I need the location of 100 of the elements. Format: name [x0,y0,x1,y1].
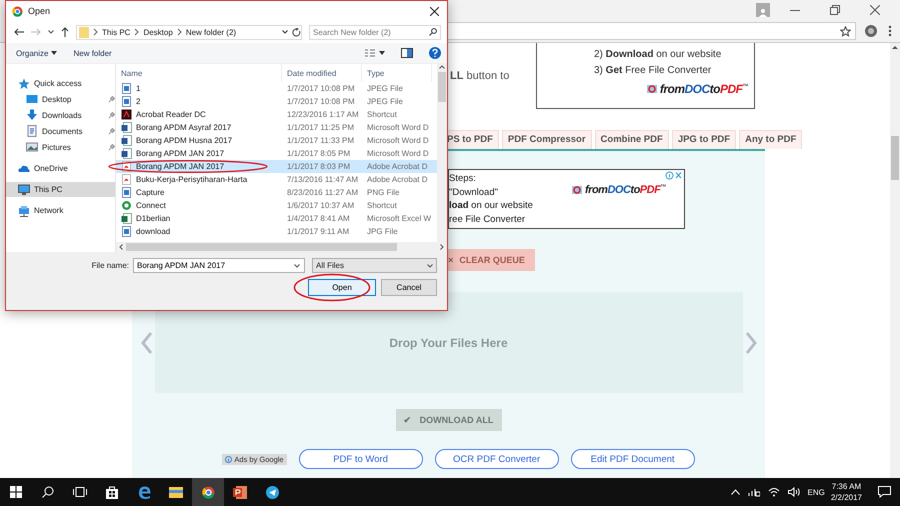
tool-tab[interactable]: Any to PDF [739,130,802,149]
file-row[interactable]: Connect 1/6/2017 10:37 AM Shortcut [116,199,437,212]
file-row[interactable]: Borang APDM Asyraf 2017 1/1/2017 11:25 PM Microsoft Word D [116,121,437,134]
tool-tab[interactable]: PDF Compressor [502,130,592,149]
column-header[interactable]: Name [116,64,282,82]
breadcrumb-item[interactable]: Desktop [143,28,173,36]
ad-link-button[interactable]: PDF to Word [298,449,423,469]
help-icon[interactable] [429,47,441,59]
type-cell-text: Adobe Acrobat D [366,162,428,171]
sidebar-item[interactable]: Quick access [6,76,115,91]
close-icon[interactable] [870,5,880,15]
breadcrumb-item[interactable]: This PC [102,28,130,36]
file-row[interactable]: D1berlian 1/4/2017 8:41 AM Microsoft Excel W [116,212,437,225]
sidebar-item[interactable]: Downloads [6,107,115,123]
scrollbar[interactable] [890,43,900,478]
back-icon[interactable] [14,28,24,36]
file-row[interactable]: 1 1/7/2017 10:08 PM JPEG File [116,82,437,95]
wifi-icon[interactable] [768,487,780,497]
ad-link-button[interactable]: Edit PDF Document [570,449,695,469]
sidebar-item[interactable]: Network [6,203,115,218]
search-icon[interactable] [42,486,54,498]
view-options-icon[interactable] [365,49,385,57]
sidebar-item[interactable]: Documents [6,123,115,139]
file-row[interactable]: Buku-Kerja-Perisytiharan-Harta 7/13/2016 11:47 AM Adobe Acrobat D [116,173,437,186]
horizontal-scrollbar[interactable] [116,242,447,252]
cancel-button[interactable]: Cancel [381,279,437,296]
file-row[interactable]: download 1/1/2017 9:11 AM JPG File [116,225,437,238]
dropdown-icon[interactable] [294,264,300,268]
start-icon[interactable] [10,486,22,498]
column-header[interactable]: Type [362,64,432,82]
folder-icon[interactable] [169,486,183,498]
task-view-icon[interactable] [73,487,87,497]
chevron-up-icon[interactable] [730,489,740,495]
instruction-text: LL button to [449,70,510,84]
file-name: Connect [136,201,166,210]
file-name: Acrobat Reader DC [136,110,206,119]
date-cell-text: 7/13/2016 11:47 AM [286,175,360,184]
scroll-up-icon[interactable] [892,43,898,51]
taskbar-button[interactable] [192,478,224,506]
date-cell-text: 8/23/2016 11:27 AM [286,188,360,197]
open-button[interactable]: Open [308,279,376,296]
volume-icon[interactable] [788,487,800,497]
date-cell-text: 1/1/2017 11:25 PM [286,123,356,132]
scrollbar-thumb[interactable] [438,72,446,102]
type-cell-text: JPG File [366,227,399,236]
refresh-icon[interactable] [292,28,301,36]
date-cell-text: 1/1/2017 8:05 PM [286,149,352,158]
breadcrumb-item[interactable]: New folder (2) [186,28,236,36]
column-header[interactable]: Date modified [282,64,362,82]
ad-link-button[interactable]: OCR PDF Converter [434,449,559,469]
address-field[interactable]: This PC Desktop New folder (2) [76,24,302,40]
scroll-up-icon[interactable] [439,64,445,70]
sidebar-item[interactable]: Pictures [6,139,115,155]
sidebar-item[interactable]: This PC [6,182,115,197]
menu-icon[interactable] [886,24,894,38]
file-type-dropdown[interactable]: All Files [312,258,437,273]
caret-icon [51,51,58,55]
scrollbar[interactable] [437,64,447,242]
clock[interactable]: 7:36 AM 2/2/2017 [824,481,868,503]
file-row[interactable]: Borang APDM Husna 2017 1/1/2017 11:33 PM Microsoft Word D [116,134,437,147]
organize-menu[interactable]: Organize [16,46,58,60]
tool-tab[interactable]: JPG to PDF [672,130,736,149]
tool-tab[interactable]: Combine PDF [594,130,669,149]
up-icon[interactable] [61,27,69,37]
browser-icon[interactable] [138,486,150,498]
language-indicator[interactable]: ENG [808,488,825,496]
restore-icon[interactable] [830,5,840,15]
dropdown-icon[interactable] [48,30,54,34]
extension-icon[interactable] [864,24,878,38]
file-row[interactable]: Borang APDM JAN 2017 1/1/2017 8:05 PM Microsoft Word D [116,147,437,160]
store-icon[interactable] [106,486,118,498]
sidebar-item[interactable]: Desktop [6,91,115,107]
file-name-field[interactable]: Borang APDM JAN 2017 [133,258,305,273]
preview-pane-icon[interactable] [401,48,413,58]
star-icon[interactable] [840,26,851,36]
ad-banner[interactable]: Steps: "Download" load on our website ree File Converter fromDOCtoPDF$^{™}$ [448,169,685,229]
notifications-icon[interactable] [878,486,890,498]
ad-choices-icon[interactable] [665,171,683,180]
sidebar-item[interactable]: OneDrive [6,161,115,176]
network-icon[interactable] [748,487,760,497]
file-row[interactable]: Capture 8/23/2016 11:27 AM PNG File [116,186,437,199]
file-row[interactable]: Borang APDM JAN 2017 1/1/2017 8:03 PM Adobe Acrobat D [116,160,437,173]
presentation-app-icon[interactable] [233,486,247,498]
paper-plane-icon[interactable] [266,486,278,498]
scroll-left-icon[interactable] [118,244,124,250]
dropdown-icon[interactable] [282,30,288,34]
file-name-label: File name: [92,261,129,270]
search-field[interactable]: Search New folder (2) [309,24,441,40]
dialog-title: Open [28,6,52,16]
file-row[interactable]: 2 1/7/2017 10:08 PM JPEG File [116,95,437,108]
scrollbar-thumb[interactable] [891,136,899,180]
logo-swirl-icon [569,185,583,195]
new-folder-button[interactable]: New folder [73,46,112,60]
close-icon[interactable] [430,6,438,16]
type-cell-text: Microsoft Excel W [366,214,432,223]
scroll-right-icon[interactable] [439,244,445,250]
file-icon [121,213,132,224]
file-icon [121,226,132,237]
ad-banner[interactable]: 2) Download on our website 3) Get Free File Converter fromDOCtoPDF$^{™}$ [536,43,755,109]
file-row[interactable]: Acrobat Reader DC 12/23/2016 1:17 AM Shortcut [116,108,437,121]
